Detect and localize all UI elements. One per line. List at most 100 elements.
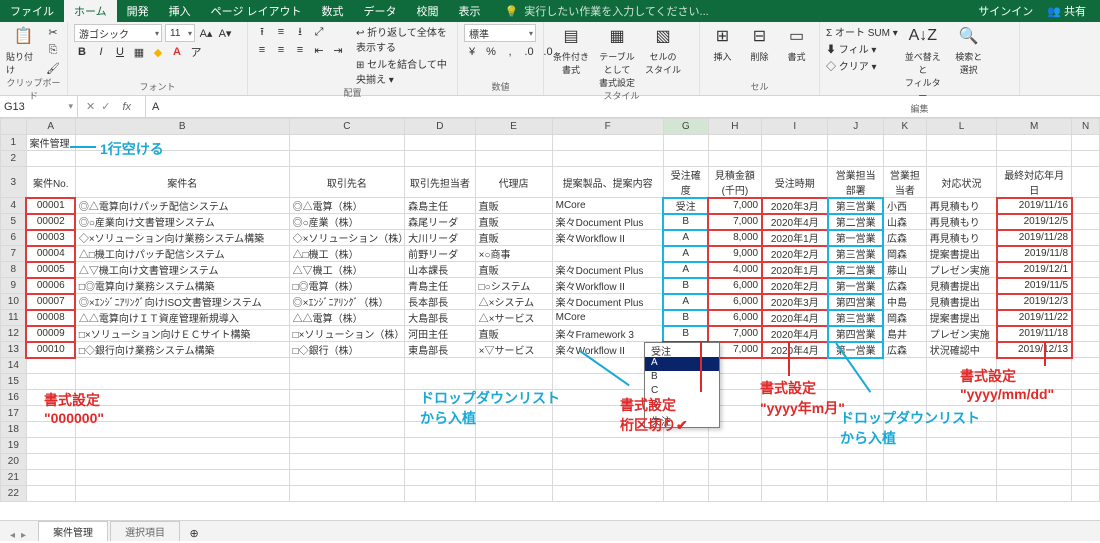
cell-agent[interactable]: △×サービス xyxy=(475,310,552,326)
cell[interactable] xyxy=(926,406,997,422)
decrease-font-button[interactable]: A▾ xyxy=(217,25,233,41)
cell[interactable] xyxy=(997,390,1072,406)
cell[interactable] xyxy=(1072,230,1100,246)
cell[interactable] xyxy=(1072,486,1100,502)
select-all-corner[interactable] xyxy=(1,119,27,135)
cell-date[interactable]: 2019/11/22 xyxy=(997,310,1072,326)
format-painter-button[interactable]: 🖌 xyxy=(45,60,61,76)
ribbon-tab-8[interactable]: 表示 xyxy=(449,0,491,22)
row-header-17[interactable]: 17 xyxy=(1,406,27,422)
inc-decimal-button[interactable]: .0 xyxy=(521,44,537,60)
header-J[interactable]: 営業担当部署 xyxy=(828,167,884,198)
cell[interactable] xyxy=(475,422,552,438)
col-header-M[interactable]: M xyxy=(997,119,1072,135)
row-header-9[interactable]: 9 xyxy=(1,278,27,294)
cell-name[interactable]: △▽機工向け文書管理システム xyxy=(75,262,289,278)
row-header-3[interactable]: 3 xyxy=(1,167,27,198)
cell[interactable] xyxy=(1072,422,1100,438)
cell[interactable] xyxy=(762,151,828,167)
row-header-7[interactable]: 7 xyxy=(1,246,27,262)
cell[interactable] xyxy=(475,358,552,374)
cell[interactable] xyxy=(708,454,761,470)
formula-input[interactable]: A xyxy=(146,96,1100,117)
cell-pic[interactable]: 森島主任 xyxy=(405,198,476,214)
cell-dept[interactable]: 第二営業 xyxy=(828,262,884,278)
header-H[interactable]: 見積金額 (千円) xyxy=(708,167,761,198)
cell-prod[interactable]: 楽々Document Plus xyxy=(552,294,663,310)
cell[interactable] xyxy=(405,135,476,151)
cell-amt[interactable]: 7,000 xyxy=(708,198,761,214)
italic-button[interactable]: I xyxy=(93,44,109,60)
cell-when[interactable]: 2020年4月 xyxy=(762,310,828,326)
cell[interactable] xyxy=(405,406,476,422)
format-cells-button[interactable]: ▭書式 xyxy=(780,24,813,63)
cell-stat[interactable]: 提案書提出 xyxy=(926,246,997,262)
increase-font-button[interactable]: A▴ xyxy=(198,25,214,41)
cell[interactable] xyxy=(762,135,828,151)
cell-rep[interactable]: 中島 xyxy=(883,294,926,310)
cell[interactable] xyxy=(475,390,552,406)
comma-button[interactable]: , xyxy=(502,44,518,60)
cell-dept[interactable]: 第三営業 xyxy=(828,198,884,214)
cell[interactable] xyxy=(828,151,884,167)
cell[interactable] xyxy=(926,135,997,151)
col-header-A[interactable]: A xyxy=(26,119,75,135)
cell[interactable] xyxy=(552,438,663,454)
cell[interactable] xyxy=(883,358,926,374)
cell-prod[interactable]: 楽々Workflow II xyxy=(552,230,663,246)
cell[interactable] xyxy=(997,454,1072,470)
cell[interactable] xyxy=(1072,406,1100,422)
cell[interactable] xyxy=(75,422,289,438)
cell[interactable] xyxy=(75,454,289,470)
cell[interactable] xyxy=(405,454,476,470)
cell-no[interactable]: 00003 xyxy=(26,230,75,246)
row-header-15[interactable]: 15 xyxy=(1,374,27,390)
cell-amt[interactable]: 7,000 xyxy=(708,326,761,342)
cell[interactable] xyxy=(289,135,404,151)
cell-prob[interactable]: A xyxy=(663,246,708,262)
cell-rep[interactable]: 藤山 xyxy=(883,262,926,278)
cell[interactable] xyxy=(405,422,476,438)
cell-name[interactable]: □◇銀行向け業務システム構築 xyxy=(75,342,289,358)
header-M[interactable]: 最終対応年月日 xyxy=(997,167,1072,198)
cell[interactable] xyxy=(289,406,404,422)
fill-button[interactable]: ⬇ フィル ▾ xyxy=(826,41,876,56)
fill-color-button[interactable]: ◆ xyxy=(150,44,166,60)
cell-styles-button[interactable]: ▧セルの スタイル xyxy=(642,24,684,76)
cell[interactable] xyxy=(552,470,663,486)
dropdown-item[interactable]: B xyxy=(645,371,719,385)
cell-name[interactable]: □◎電算向け業務システム構築 xyxy=(75,278,289,294)
cell-rep[interactable]: 小西 xyxy=(883,198,926,214)
cell[interactable] xyxy=(405,358,476,374)
cell[interactable] xyxy=(708,151,761,167)
cell-date[interactable]: 2019/12/3 xyxy=(997,294,1072,310)
cell[interactable] xyxy=(1072,310,1100,326)
cell-dept[interactable]: 第四営業 xyxy=(828,326,884,342)
name-box[interactable]: G13 xyxy=(0,96,78,117)
row-header-13[interactable]: 13 xyxy=(1,342,27,358)
cell[interactable] xyxy=(1072,470,1100,486)
col-header-L[interactable]: L xyxy=(926,119,997,135)
cell[interactable] xyxy=(1072,342,1100,358)
cell[interactable] xyxy=(1072,198,1100,214)
format-as-table-button[interactable]: ▦テーブルとして 書式設定 xyxy=(596,24,638,89)
cell[interactable] xyxy=(762,358,828,374)
cell-cust[interactable]: △△電算（株） xyxy=(289,310,404,326)
cell-amt[interactable]: 8,000 xyxy=(708,230,761,246)
cell[interactable] xyxy=(1072,151,1100,167)
cell-date[interactable]: 2019/11/18 xyxy=(997,326,1072,342)
cell-stat[interactable]: プレゼン実施 xyxy=(926,262,997,278)
col-header-G[interactable]: G xyxy=(663,119,708,135)
cell[interactable] xyxy=(997,151,1072,167)
cell[interactable] xyxy=(663,470,708,486)
cell-prob[interactable]: B xyxy=(663,278,708,294)
col-header-H[interactable]: H xyxy=(708,119,761,135)
cell[interactable] xyxy=(828,390,884,406)
cell[interactable] xyxy=(926,374,997,390)
cell[interactable] xyxy=(997,135,1072,151)
cell-agent[interactable]: 直販 xyxy=(475,198,552,214)
row-header-12[interactable]: 12 xyxy=(1,326,27,342)
cell-name[interactable]: ◎△電算向けパッチ配信システム xyxy=(75,198,289,214)
row-header-5[interactable]: 5 xyxy=(1,214,27,230)
row-header-1[interactable]: 1 xyxy=(1,135,27,151)
